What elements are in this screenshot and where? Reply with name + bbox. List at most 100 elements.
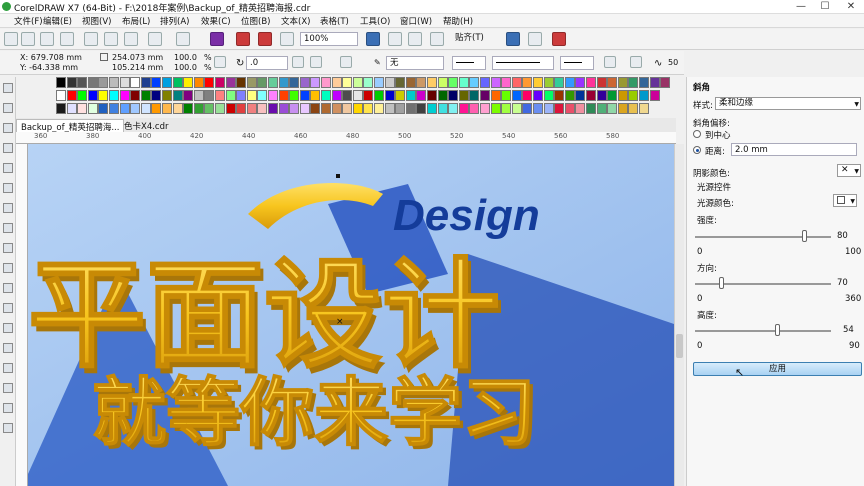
color-swatch[interactable] — [617, 77, 628, 88]
color-swatch[interactable] — [617, 103, 628, 114]
color-swatch[interactable] — [374, 90, 384, 101]
copy-icon[interactable] — [104, 32, 118, 46]
y-position-field[interactable]: Y: -64.338 mm — [20, 63, 78, 72]
smart-fill-icon[interactable] — [3, 403, 13, 413]
color-swatch[interactable] — [490, 103, 501, 114]
color-swatch[interactable] — [321, 103, 331, 114]
color-swatch[interactable] — [299, 90, 310, 101]
color-swatch[interactable] — [77, 90, 88, 101]
color-swatch[interactable] — [331, 103, 342, 114]
rectangle-tool-icon[interactable] — [3, 203, 13, 213]
redo-icon[interactable] — [176, 32, 190, 46]
color-swatch[interactable] — [533, 77, 543, 88]
rotation-angle-field[interactable]: .0 — [246, 56, 288, 70]
color-swatch[interactable] — [183, 90, 194, 101]
color-swatch[interactable] — [140, 90, 151, 101]
text-tool-icon[interactable] — [3, 263, 13, 273]
color-swatch[interactable] — [458, 90, 469, 101]
color-swatch[interactable] — [151, 77, 162, 88]
color-swatch[interactable] — [596, 77, 607, 88]
color-swatch[interactable] — [575, 90, 586, 101]
start-arrow-select[interactable] — [452, 56, 486, 70]
color-swatch[interactable] — [511, 90, 522, 101]
color-swatch[interactable] — [98, 77, 109, 88]
color-swatch[interactable] — [363, 90, 374, 101]
color-swatch[interactable] — [172, 103, 183, 114]
color-swatch[interactable] — [649, 90, 660, 101]
width-field[interactable]: 254.073 mm — [112, 53, 163, 62]
color-swatch[interactable] — [225, 90, 236, 101]
color-swatch[interactable] — [448, 77, 459, 88]
color-swatch[interactable] — [427, 90, 437, 101]
color-swatch[interactable] — [416, 90, 427, 101]
open-icon[interactable] — [21, 32, 35, 46]
color-swatch[interactable] — [480, 77, 490, 88]
color-swatch[interactable] — [56, 90, 66, 101]
color-swatch[interactable] — [427, 103, 437, 114]
color-swatch[interactable] — [87, 103, 98, 114]
distance-radio[interactable] — [693, 146, 701, 154]
color-swatch[interactable] — [310, 77, 321, 88]
tab-color-card[interactable]: 色卡X4.cdr — [120, 119, 173, 132]
color-swatch[interactable] — [310, 103, 321, 114]
application-launcher-icon[interactable] — [552, 32, 566, 46]
menu-layout[interactable]: 布局(L) — [122, 15, 150, 27]
color-swatch[interactable] — [246, 90, 257, 101]
undo-icon[interactable] — [148, 32, 162, 46]
color-swatch[interactable] — [416, 77, 427, 88]
color-swatch[interactable] — [236, 90, 247, 101]
scrollbar-thumb[interactable] — [676, 334, 683, 358]
color-swatch[interactable] — [395, 103, 406, 114]
mirror-horizontal-icon[interactable] — [292, 56, 304, 68]
color-swatch[interactable] — [352, 90, 363, 101]
color-swatch[interactable] — [564, 103, 575, 114]
scale-x-field[interactable]: 100.0 — [174, 53, 197, 62]
color-swatch[interactable] — [554, 77, 565, 88]
color-swatch[interactable] — [289, 77, 300, 88]
altitude-slider[interactable] — [695, 330, 831, 332]
color-swatch[interactable] — [268, 103, 278, 114]
color-swatch[interactable] — [405, 103, 416, 114]
direction-value[interactable]: 70 — [837, 278, 848, 288]
color-swatch[interactable] — [119, 90, 130, 101]
color-swatch[interactable] — [183, 77, 194, 88]
direction-slider-thumb[interactable] — [719, 277, 725, 289]
color-swatch[interactable] — [554, 103, 565, 114]
end-arrow-select[interactable] — [560, 56, 594, 70]
color-swatch[interactable] — [575, 77, 586, 88]
menu-arrange[interactable]: 排列(A) — [160, 15, 189, 27]
color-swatch[interactable] — [66, 103, 77, 114]
export-icon[interactable] — [258, 32, 272, 46]
color-swatch[interactable] — [299, 77, 310, 88]
tab-backup-poster[interactable]: Backup_of_精英招聘海... — [16, 119, 125, 133]
color-swatch[interactable] — [448, 103, 459, 114]
color-eyedropper-icon[interactable] — [3, 363, 13, 373]
artistic-media-icon[interactable] — [3, 183, 13, 193]
color-swatch[interactable] — [268, 90, 278, 101]
color-swatch[interactable] — [278, 77, 289, 88]
show-guidelines-icon[interactable] — [430, 32, 444, 46]
color-swatch[interactable] — [374, 103, 384, 114]
color-swatch[interactable] — [342, 103, 353, 114]
color-swatch[interactable] — [469, 90, 480, 101]
pick-tool-icon[interactable] — [3, 83, 13, 93]
menu-help[interactable]: 帮助(H) — [443, 15, 473, 27]
color-swatch[interactable] — [596, 103, 607, 114]
color-swatch[interactable] — [490, 90, 501, 101]
light-color-picker[interactable]: ▼ — [833, 194, 857, 207]
color-swatch[interactable] — [628, 77, 639, 88]
color-swatch[interactable] — [204, 90, 215, 101]
color-swatch[interactable] — [511, 103, 522, 114]
options-icon[interactable] — [528, 32, 542, 46]
color-swatch[interactable] — [469, 77, 480, 88]
color-swatch[interactable] — [639, 90, 649, 101]
color-swatch[interactable] — [448, 90, 459, 101]
line-style-select[interactable] — [492, 56, 554, 70]
direction-slider[interactable] — [695, 283, 831, 285]
color-swatch[interactable] — [331, 90, 342, 101]
color-swatch[interactable] — [607, 90, 618, 101]
color-swatch[interactable] — [130, 90, 141, 101]
style-select[interactable]: 柔和边缘 ▼ — [715, 97, 861, 110]
mirror-vertical-icon[interactable] — [310, 56, 322, 68]
connector-tool-icon[interactable] — [3, 303, 13, 313]
